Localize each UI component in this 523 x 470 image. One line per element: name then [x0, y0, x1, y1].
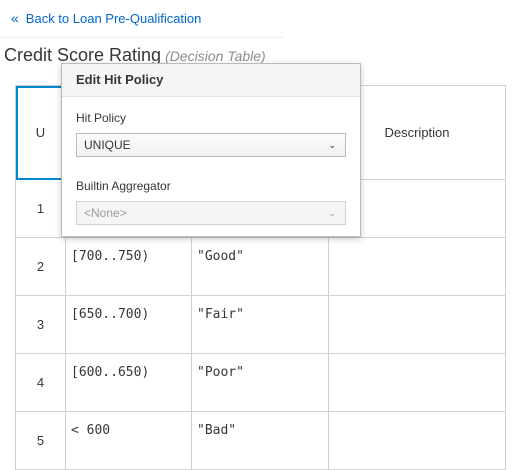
table-row: 3 [650..700) "Fair"	[15, 295, 506, 354]
input-cell[interactable]: [700..750)	[65, 237, 192, 296]
row-number[interactable]: 3	[15, 295, 66, 354]
divider	[0, 37, 283, 38]
hit-policy-label: Hit Policy	[76, 111, 127, 125]
hit-policy-value: UNIQUE	[84, 138, 131, 152]
back-link-label[interactable]: Back to Loan Pre-Qualification	[26, 11, 202, 26]
popover-title: Edit Hit Policy	[62, 64, 360, 97]
output-cell[interactable]: "Fair"	[191, 295, 329, 354]
description-cell[interactable]	[328, 295, 506, 354]
chevron-down-icon: ⌄	[328, 140, 336, 150]
hit-policy-cell[interactable]: U	[15, 85, 66, 180]
description-cell[interactable]	[328, 237, 506, 296]
decision-type: (Decision Table)	[165, 48, 266, 64]
double-chevron-left-icon: «	[11, 10, 19, 26]
edit-hit-policy-popover: Edit Hit Policy Hit Policy UNIQUE ⌄ Buil…	[61, 63, 361, 237]
builtin-aggregator-label: Builtin Aggregator	[76, 179, 171, 193]
row-number[interactable]: 4	[15, 353, 66, 412]
chevron-down-icon: ⌄	[328, 208, 336, 218]
output-cell[interactable]: "Poor"	[191, 353, 329, 412]
output-cell[interactable]: "Good"	[191, 237, 329, 296]
row-number[interactable]: 2	[15, 237, 66, 296]
decision-name: Credit Score Rating	[4, 45, 162, 65]
row-number[interactable]: 1	[15, 179, 66, 238]
builtin-aggregator-value: <None>	[84, 206, 127, 220]
input-cell[interactable]: [600..650)	[65, 353, 192, 412]
builtin-aggregator-select: <None> ⌄	[76, 201, 346, 225]
table-row: 4 [600..650) "Poor"	[15, 353, 506, 412]
input-cell[interactable]: [650..700)	[65, 295, 192, 354]
table-row: 2 [700..750) "Good"	[15, 237, 506, 296]
description-cell[interactable]	[328, 353, 506, 412]
back-link[interactable]: « Back to Loan Pre-Qualification	[11, 10, 201, 26]
hit-policy-select[interactable]: UNIQUE ⌄	[76, 133, 346, 157]
